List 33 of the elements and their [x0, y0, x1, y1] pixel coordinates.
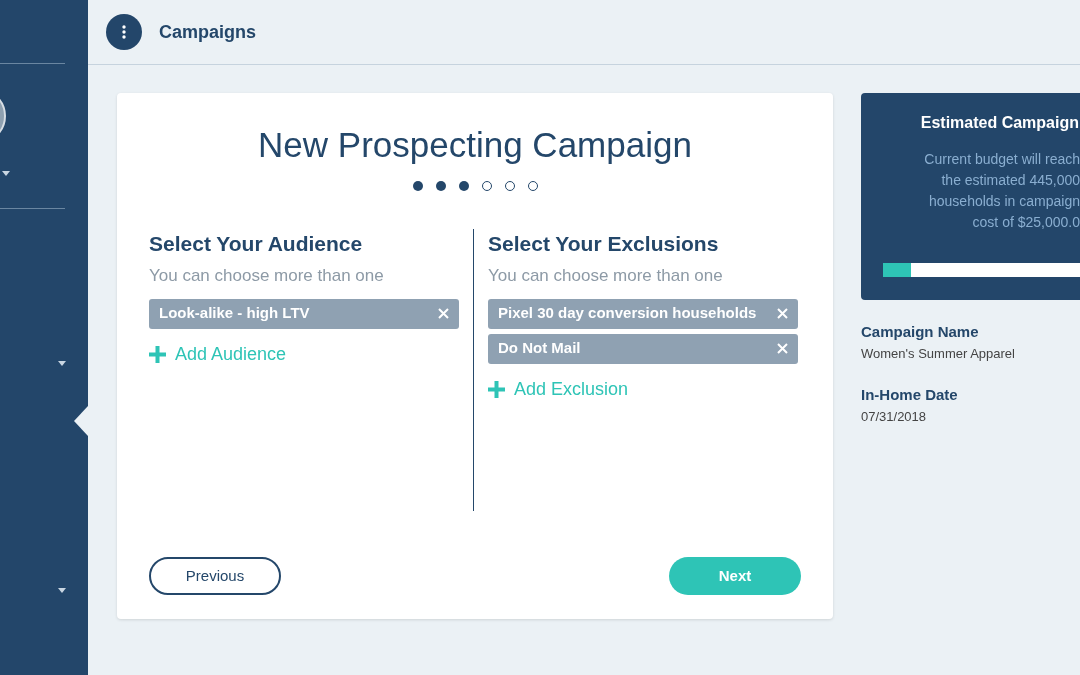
- previous-button[interactable]: Previous: [149, 556, 281, 595]
- next-button[interactable]: Next: [669, 556, 801, 595]
- tag-label: Do Not Mail: [498, 338, 581, 359]
- close-icon[interactable]: [777, 343, 788, 354]
- caret-icon[interactable]: [58, 588, 66, 593]
- tag-label: Look-alike - high LTV: [159, 303, 310, 324]
- more-icon: [122, 25, 126, 39]
- tag-label: Pixel 30 day conversion households: [498, 303, 757, 324]
- menu-button[interactable]: [106, 14, 142, 50]
- estimate-text: Current budget will reach: [924, 150, 1080, 169]
- estimate-text: the estimated 445,000: [941, 171, 1080, 190]
- caret-icon[interactable]: [2, 171, 10, 176]
- add-link[interactable]: Add Audience: [149, 340, 287, 368]
- section-hint: You can choose more than one: [488, 265, 724, 287]
- plus-icon: [488, 380, 505, 398]
- page-title: Campaigns: [159, 20, 257, 44]
- detail-label: In-Home Date: [861, 385, 959, 405]
- detail-label: Campaign Name: [861, 322, 980, 342]
- close-icon[interactable]: [438, 308, 449, 319]
- section-heading: Select Your Audience: [149, 230, 364, 257]
- estimate-title: Estimated Campaign: [919, 113, 1080, 133]
- caret-icon[interactable]: [58, 361, 66, 366]
- wizard-title: New Prospecting Campaign: [257, 124, 693, 166]
- add-link[interactable]: Add Exclusion: [488, 375, 629, 403]
- close-icon[interactable]: [777, 308, 788, 319]
- active-pointer-icon: [74, 406, 88, 436]
- detail-value: 07/31/2018: [861, 407, 928, 426]
- estimate-text: households in campaign: [929, 192, 1080, 211]
- estimate-text: cost of $25,000.0: [972, 213, 1080, 232]
- section-hint: You can choose more than one: [149, 265, 385, 287]
- detail-value: Women's Summer Apparel: [861, 344, 1016, 363]
- plus-icon: [149, 345, 166, 363]
- section-heading: Select Your Exclusions: [488, 230, 720, 257]
